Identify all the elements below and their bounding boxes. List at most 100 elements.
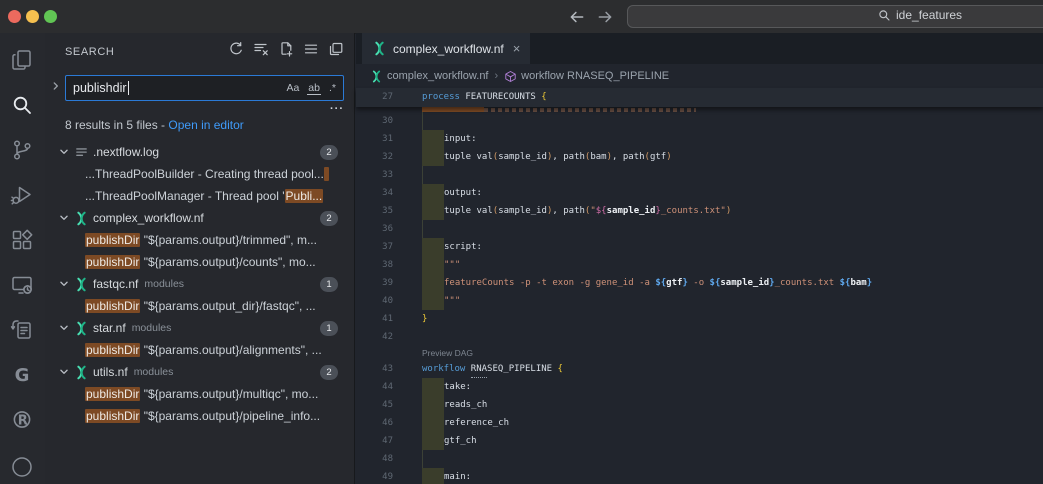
match-result-row[interactable]: ...ThreadPoolBuilder - Creating thread p… — [45, 163, 355, 185]
line-number: 37 — [356, 238, 393, 256]
match-result-row[interactable]: publishDir "${params.output_dir}/fastqc"… — [45, 295, 355, 317]
match-result-row[interactable]: publishDir "${params.output}/multiqc", m… — [45, 383, 355, 405]
indent-highlight — [422, 432, 444, 450]
file-folder-hint: modules — [132, 322, 172, 334]
breadcrumb-item[interactable]: complex_workflow.nf — [370, 70, 489, 83]
toggle-replace-chevron-icon[interactable] — [49, 79, 63, 93]
code-line[interactable]: 42 — [356, 328, 1043, 346]
nextflow-file-icon — [370, 70, 383, 83]
code-line[interactable]: 40""" — [356, 292, 1043, 310]
line-number: 45 — [356, 396, 393, 414]
line-number: 35 — [356, 202, 393, 220]
zoom-window-button[interactable] — [44, 10, 57, 23]
code-line[interactable]: 46reference_ch — [356, 414, 1043, 432]
code-line[interactable]: 38""" — [356, 256, 1043, 274]
code-line[interactable]: 32tuple val(sample_id), path(bam), path(… — [356, 148, 1043, 166]
code-token: } — [867, 274, 872, 292]
code-line[interactable]: 36 — [356, 220, 1043, 238]
code-line[interactable]: 43workflow RNASEQ_PIPELINE { — [356, 360, 1043, 378]
refresh-icon[interactable] — [228, 41, 244, 57]
chevron-down-icon[interactable] — [57, 321, 71, 335]
tasks-icon[interactable] — [10, 318, 34, 342]
chevron-down-icon[interactable] — [57, 365, 71, 379]
open-in-editor-link[interactable]: Open in editor — [168, 118, 243, 132]
activity-bar: GR — [0, 33, 45, 484]
code-line[interactable]: 48 — [356, 450, 1043, 468]
code-line[interactable]: 49main: — [356, 468, 1043, 484]
match-result-row[interactable]: publishDir "${params.output}/alignments"… — [45, 339, 355, 361]
file-result-row[interactable]: .nextflow.log2 — [45, 141, 355, 163]
search-icon[interactable] — [10, 93, 34, 117]
match-result-row[interactable]: ...ThreadPoolManager - Thread pool 'Publ… — [45, 185, 355, 207]
minimize-window-button[interactable] — [26, 10, 39, 23]
more-partial-icon[interactable] — [10, 453, 34, 477]
r-language-icon[interactable]: R — [10, 408, 34, 432]
line-number: 32 — [356, 148, 393, 166]
code-line[interactable]: 31input: — [356, 130, 1043, 148]
chevron-down-icon[interactable] — [57, 277, 71, 291]
code-line[interactable]: 33 — [356, 166, 1043, 184]
open-new-search-editor-icon[interactable] — [278, 41, 294, 57]
toggle-search-details-button[interactable]: ··· — [330, 103, 344, 115]
match-result-row[interactable]: publishDir "${params.output}/pipeline_in… — [45, 405, 355, 427]
code-line[interactable]: 30 — [356, 112, 1043, 130]
code-line[interactable]: 34output: — [356, 184, 1043, 202]
code-token: """ — [444, 292, 460, 310]
indent-guide — [422, 112, 423, 130]
code-token: sample_id — [498, 148, 547, 166]
navigate-forward-icon[interactable] — [596, 8, 614, 26]
code-line[interactable]: 27process FEATURECOUNTS { — [356, 88, 1043, 106]
search-input[interactable]: publishdir Aaab.* — [65, 75, 344, 101]
symbol-namespace-icon — [504, 70, 517, 83]
breadcrumb-separator: › — [494, 70, 500, 82]
match-whole-word-toggle[interactable]: ab — [307, 82, 321, 95]
clear-search-results-icon[interactable] — [253, 41, 269, 57]
editor-code[interactable]: 3031input:32tuple val(sample_id), path(b… — [356, 112, 1043, 484]
use-regex-toggle[interactable]: .* — [328, 82, 337, 94]
command-center-search-box[interactable]: ide_features — [627, 5, 1043, 28]
match-text: "${params.output_dir}/fastqc", ... — [140, 299, 315, 313]
sticky-scroll-line[interactable]: 27process FEATURECOUNTS { — [356, 88, 1043, 107]
match-case-toggle[interactable]: Aa — [285, 82, 300, 94]
code-token: ) — [666, 148, 671, 166]
navigate-back-icon[interactable] — [568, 8, 586, 26]
match-highlight: Publi... — [285, 189, 324, 203]
code-line[interactable]: 37script: — [356, 238, 1043, 256]
codelens-preview-dag[interactable]: Preview DAG — [356, 346, 1043, 360]
collapse-all-icon[interactable] — [328, 41, 344, 57]
extensions-icon[interactable] — [10, 228, 34, 252]
file-result-row[interactable]: complex_workflow.nf2 — [45, 207, 355, 229]
match-result-row[interactable]: publishDir "${params.output}/counts", mo… — [45, 251, 355, 273]
code-token: take: — [444, 378, 471, 396]
file-name: star.nf — [93, 321, 126, 335]
match-count-badge: 1 — [320, 321, 338, 336]
code-token: FEATURECOUNTS — [460, 88, 541, 106]
code-line[interactable]: 44take: — [356, 378, 1043, 396]
close-tab-icon[interactable]: × — [513, 42, 521, 55]
indent-guide — [422, 450, 423, 468]
indent-guide — [422, 220, 423, 238]
tab-complex-workflow[interactable]: complex_workflow.nf × — [362, 33, 530, 64]
code-line[interactable]: 41} — [356, 310, 1043, 328]
breadcrumb-item[interactable]: workflow RNASEQ_PIPELINE — [504, 70, 669, 83]
chevron-down-icon[interactable] — [57, 211, 71, 225]
log-file-icon — [74, 145, 89, 160]
search-icon — [878, 9, 891, 22]
close-window-button[interactable] — [8, 10, 21, 23]
explorer-icon[interactable] — [10, 48, 34, 72]
file-result-row[interactable]: star.nf modules 1 — [45, 317, 355, 339]
code-line[interactable]: 35tuple val(sample_id), path("${sample_i… — [356, 202, 1043, 220]
code-line[interactable]: 45reads_ch — [356, 396, 1043, 414]
source-control-icon[interactable] — [10, 138, 34, 162]
code-line[interactable]: 47gtf_ch — [356, 432, 1043, 450]
gitlens-icon[interactable]: G — [10, 363, 34, 387]
view-as-list-icon[interactable] — [303, 41, 319, 57]
remote-explorer-icon[interactable] — [10, 273, 34, 297]
title-bar: ide_features — [0, 0, 1043, 34]
chevron-down-icon[interactable] — [57, 145, 71, 159]
match-result-row[interactable]: publishDir "${params.output}/trimmed", m… — [45, 229, 355, 251]
file-result-row[interactable]: fastqc.nfmodules1 — [45, 273, 355, 295]
code-line[interactable]: 39featureCounts -p -t exon -g gene_id -a… — [356, 274, 1043, 292]
file-result-row[interactable]: utils.nfmodules2 — [45, 361, 355, 383]
run-and-debug-icon[interactable] — [10, 183, 34, 207]
